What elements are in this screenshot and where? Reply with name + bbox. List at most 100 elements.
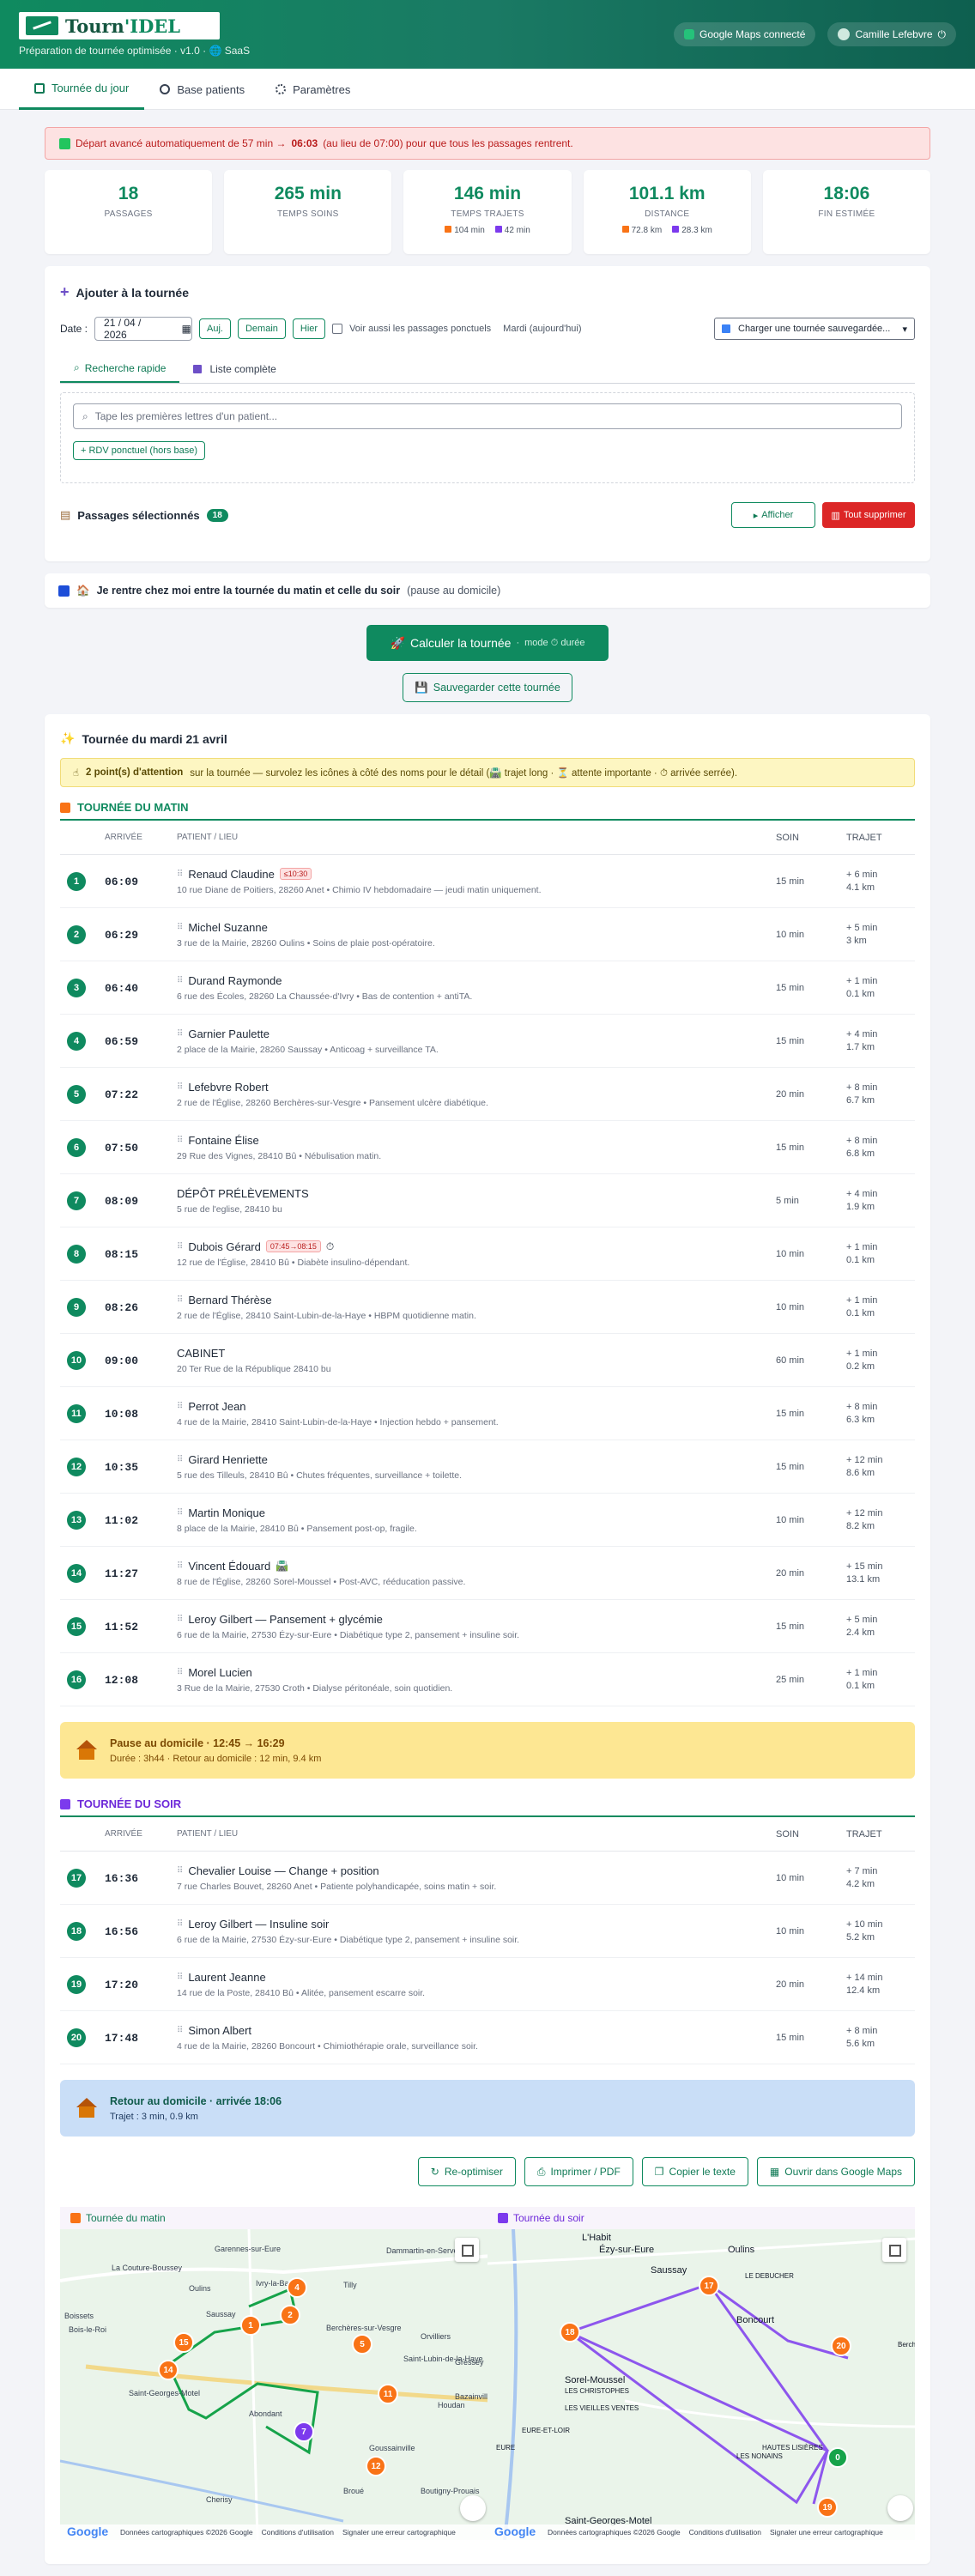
see-all-checkbox[interactable]	[332, 324, 343, 334]
save-tour-button[interactable]: 💾 Sauvegarder cette tournée	[403, 673, 572, 702]
drag-handle-icon[interactable]: ⠿	[177, 1455, 183, 1464]
tab-base-patients[interactable]: Base patients	[144, 69, 260, 110]
drag-handle-icon[interactable]: ⠿	[177, 1242, 183, 1252]
rdv-ponctuel-button[interactable]: + RDV ponctuel (hors base)	[73, 441, 206, 460]
today-button[interactable]: Auj.	[199, 318, 231, 339]
table-row[interactable]: 11 10:08 ⠿ Perrot Jean 4 rue de la Mairie, 2…	[60, 1387, 915, 1440]
drag-handle-icon[interactable]: ⠿	[177, 1615, 183, 1624]
map-marker[interactable]: 17	[699, 2276, 719, 2296]
delete-all-button[interactable]: ▥ Tout supprimer	[822, 502, 915, 528]
attention-banner: ☝ 2 point(s) d'attention sur la tournée — …	[60, 758, 915, 787]
fullscreen-button[interactable]	[455, 2238, 479, 2262]
table-row[interactable]: 14 11:27 ⠿ Vincent Édouard 🛣️ 8 rue de l'Égli…	[60, 1547, 915, 1600]
table-row[interactable]: 15 11:52 ⠿ Leroy Gilbert — Pansement + glyc…	[60, 1600, 915, 1653]
drag-handle-icon[interactable]: ⠿	[177, 1082, 183, 1092]
patient-details: 3 rue de la Mairie, 28260 Oulins • Soins…	[177, 937, 435, 949]
travel-info: + 5 min 3 km	[846, 922, 878, 946]
table-row[interactable]: 3 06:40 ⠿ Durand Raymonde 6 rue des Écoles, …	[60, 961, 915, 1015]
map-marker[interactable]: 1	[240, 2315, 261, 2336]
drag-handle-icon[interactable]: ⠿	[177, 1402, 183, 1411]
calculate-button[interactable]: 🚀 Calculer la tournée · mode ⏱ durée	[366, 625, 609, 661]
tomorrow-button[interactable]: Demain	[237, 318, 286, 339]
map-marker[interactable]: 2	[280, 2305, 300, 2325]
power-icon[interactable]: ⏻	[938, 28, 947, 41]
table-row[interactable]: 12 10:35 ⠿ Girard Henriette 5 rue des Tilleu…	[60, 1440, 915, 1494]
open-google-maps-button[interactable]: ▦ Ouvrir dans Google Maps	[756, 2157, 915, 2186]
home-break-checkbox[interactable]	[58, 585, 70, 597]
table-row[interactable]: 17 16:36 ⠿ Chevalier Louise — Change + posi…	[60, 1852, 915, 1905]
show-button[interactable]: ▸ Afficher	[731, 502, 815, 528]
map-pan-control[interactable]	[460, 2495, 486, 2521]
drag-handle-icon[interactable]: ⠿	[177, 1295, 183, 1305]
drag-handle-icon[interactable]: ⠿	[177, 870, 183, 879]
drag-handle-icon[interactable]: ⠿	[177, 1029, 183, 1039]
table-row[interactable]: 6 07:50 ⠿ Fontaine Élise 29 Rue des Vignes, …	[60, 1121, 915, 1174]
subtab-quick-search[interactable]: ⌕ Recherche rapide	[60, 355, 180, 383]
patient-details: 7 rue Charles Bouvet, 28260 Anet • Patie…	[177, 1881, 497, 1892]
patient-search-input[interactable]: ⌕ Tape les premières lettres d'un patient…	[73, 403, 902, 429]
map-marker[interactable]: 7	[294, 2421, 314, 2442]
drag-handle-icon[interactable]: ⠿	[177, 1136, 183, 1145]
map-marker[interactable]: 11	[378, 2384, 398, 2404]
table-row[interactable]: 19 17:20 ⠿ Laurent Jeanne 14 rue de la Poste…	[60, 1958, 915, 2011]
table-row[interactable]: 20 17:48 ⠿ Simon Albert 4 rue de la Mairie, …	[60, 2011, 915, 2064]
table-row[interactable]: 8 08:15 ⠿ Dubois Gérard 07:45→08:15 ⏱ 12 rue d…	[60, 1227, 915, 1281]
subtab-full-list[interactable]: Liste complète	[179, 355, 289, 383]
tab-label: Tournée du jour	[51, 82, 130, 94]
drag-handle-icon[interactable]: ⠿	[177, 1973, 183, 1982]
copy-text-button[interactable]: ❐ Copier le texte	[641, 2157, 748, 2186]
stat-value: 146 min	[453, 184, 522, 203]
drag-handle-icon[interactable]: ⠿	[177, 1668, 183, 1677]
map-town-label: Bazainville	[455, 2392, 488, 2401]
reoptimize-button[interactable]: ↻ Re-optimiser	[417, 2157, 516, 2186]
map-marker[interactable]: 15	[173, 2332, 194, 2353]
load-tour-select[interactable]: Charger une tournée sauvegardée... ▾	[714, 318, 915, 340]
arrival-time: 07:50	[105, 1141, 139, 1155]
table-row[interactable]: 7 08:09 DÉPÔT PRÉLÈVEMENTS 5 rue de l'eglis…	[60, 1174, 915, 1227]
fullscreen-button[interactable]	[882, 2238, 906, 2262]
drag-handle-icon[interactable]: ⠿	[177, 976, 183, 985]
drag-handle-icon[interactable]: ⠿	[177, 1866, 183, 1876]
drag-handle-icon[interactable]: ⠿	[177, 1508, 183, 1518]
warning-icon[interactable]: 🛣️	[276, 1560, 288, 1572]
table-row[interactable]: 2 06:29 ⠿ Michel Suzanne 3 rue de la Mairie,…	[60, 908, 915, 961]
home-break-option[interactable]: 🏠 Je rentre chez moi entre la tournée du…	[45, 573, 930, 608]
warning-icon[interactable]: ⏱	[326, 1240, 334, 1253]
table-row[interactable]: 10 09:00 CABINET 20 Ter Rue de la Républiqu…	[60, 1334, 915, 1387]
tab-parametres[interactable]: Paramètres	[260, 69, 366, 110]
morning-map[interactable]: Tournée du matin Garennes-sur-Eure La Cou…	[60, 2207, 488, 2540]
evening-map[interactable]: Tournée du soir L'Habit Ézy-sur-Eure Oulin…	[488, 2207, 915, 2540]
map-pan-control[interactable]	[887, 2495, 913, 2521]
map-marker[interactable]: 14	[158, 2360, 179, 2380]
map-marker[interactable]: 4	[287, 2277, 307, 2298]
table-row[interactable]: 18 16:56 ⠿ Leroy Gilbert — Insuline soir 6 r…	[60, 1905, 915, 1958]
tab-tournee-du-jour[interactable]: Tournée du jour	[19, 69, 145, 110]
map-marker[interactable]: 12	[366, 2456, 386, 2476]
user-menu[interactable]: Camille Lefebvre ⏻	[827, 22, 956, 46]
table-row[interactable]: 16 12:08 ⠿ Morel Lucien 3 Rue de la Mairie, …	[60, 1653, 915, 1706]
yesterday-button[interactable]: Hier	[292, 318, 326, 339]
map-marker[interactable]: 20	[831, 2336, 851, 2356]
care-duration: 15 min	[776, 2032, 805, 2043]
table-row[interactable]: 1 06:09 ⠿ Renaud Claudine ≤10:30 10 rue Diane…	[60, 855, 915, 908]
date-input[interactable]: 21 / 04 / 2026 ▦	[94, 317, 193, 341]
map-marker[interactable]: 18	[560, 2322, 580, 2343]
drag-handle-icon[interactable]: ⠿	[177, 1561, 183, 1571]
date-label: Date :	[60, 323, 88, 335]
stop-number: 2	[67, 924, 86, 944]
house-icon	[76, 2098, 98, 2118]
app-logo[interactable]: Tourn'IDEL	[19, 12, 220, 39]
table-row[interactable]: 4 06:59 ⠿ Garnier Paulette 2 place de la Mai…	[60, 1015, 915, 1068]
evening-section-title: TOURNÉE DU SOIR	[60, 1797, 915, 1817]
map-marker[interactable]: 5	[352, 2334, 372, 2355]
stat-label: TEMPS SOINS	[276, 209, 339, 219]
table-row[interactable]: 13 11:02 ⠿ Martin Monique 8 place de la Mair…	[60, 1494, 915, 1547]
drag-handle-icon[interactable]: ⠿	[177, 2026, 183, 2035]
table-row[interactable]: 9 08:26 ⠿ Bernard Thérèse 2 rue de l'Église,…	[60, 1281, 915, 1334]
print-button[interactable]: ⎙ Imprimer / PDF	[524, 2157, 633, 2186]
map-marker[interactable]: 0	[827, 2447, 848, 2468]
map-marker[interactable]: 19	[817, 2497, 838, 2518]
table-row[interactable]: 5 07:22 ⠿ Lefebvre Robert 2 rue de l'Église,…	[60, 1068, 915, 1121]
drag-handle-icon[interactable]: ⠿	[177, 1919, 183, 1929]
drag-handle-icon[interactable]: ⠿	[177, 923, 183, 932]
